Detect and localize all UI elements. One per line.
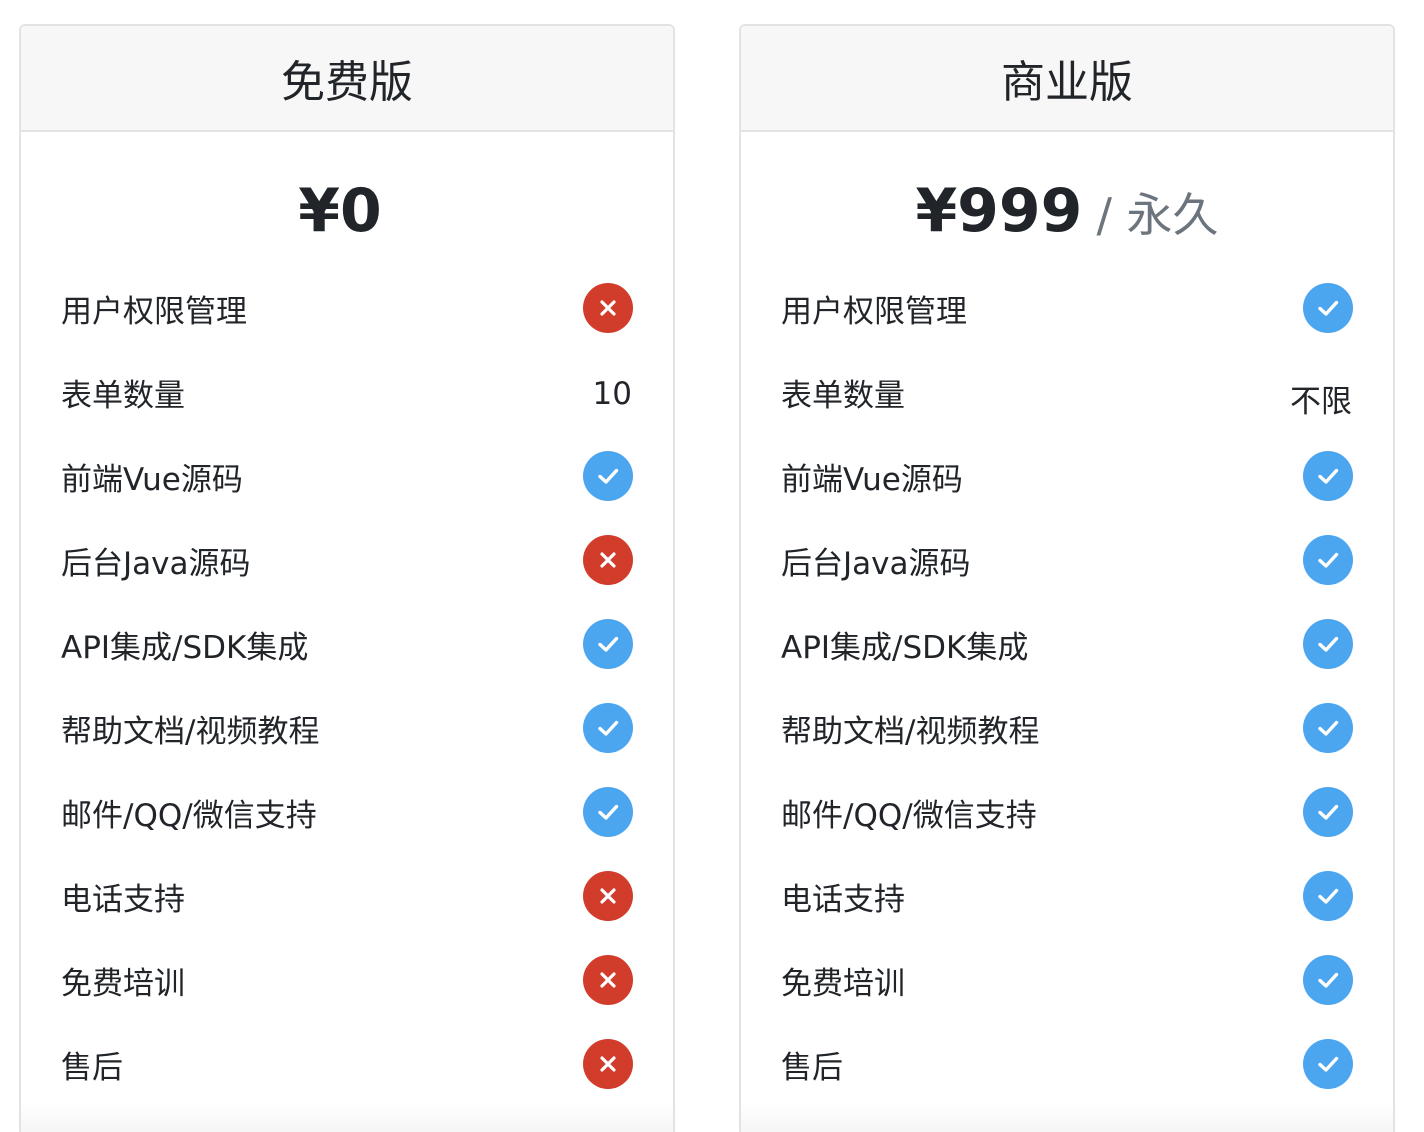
check-icon (583, 703, 633, 753)
feature-label: 帮助文档/视频教程 (781, 714, 1040, 750)
feature-row: 售后 (741, 1022, 1393, 1106)
price-amount: ¥0 (298, 176, 382, 246)
check-icon (1303, 535, 1353, 585)
feature-label: 售后 (61, 1050, 123, 1086)
plan-title: 商业版 (741, 26, 1393, 132)
feature-row: 电话支持 (21, 854, 673, 938)
feature-label: 电话支持 (781, 882, 905, 918)
check-icon (1303, 703, 1353, 753)
cross-icon (583, 871, 633, 921)
plan-price: ¥0 (21, 176, 673, 266)
feature-row: 帮助文档/视频教程 (741, 686, 1393, 770)
plan-card-free: 免费版 ¥0 用户权限管理 表单数量 10 前端Vue源码 后台Java源码 API集成/… (19, 24, 675, 1132)
feature-label: 后台Java源码 (61, 546, 251, 582)
feature-row: 电话支持 (741, 854, 1393, 938)
check-icon (583, 787, 633, 837)
feature-label: 前端Vue源码 (61, 462, 243, 498)
plan-card-business: 商业版 ¥999 / 永久 用户权限管理 表单数量 不限前端Vue源码 后台Java源… (739, 24, 1395, 1132)
feature-label: 用户权限管理 (781, 294, 967, 330)
feature-label: 表单数量 (781, 378, 905, 414)
check-icon (1303, 451, 1353, 501)
cross-icon (583, 535, 633, 585)
feature-row: 后台Java源码 (741, 518, 1393, 602)
feature-row: 前端Vue源码 (21, 434, 673, 518)
feature-row: 用户权限管理 (741, 266, 1393, 350)
pricing-page: 免费版 ¥0 用户权限管理 表单数量 10 前端Vue源码 后台Java源码 API集成/… (0, 0, 1424, 1132)
check-icon (1303, 1039, 1353, 1089)
feature-row: 售后 (21, 1022, 673, 1106)
feature-label: 用户权限管理 (61, 294, 247, 330)
feature-label: 免费培训 (61, 966, 185, 1002)
feature-row: 免费培训 (741, 938, 1393, 1022)
check-icon (1303, 619, 1353, 669)
feature-label: 电话支持 (61, 882, 185, 918)
feature-row: 表单数量 不限 (741, 350, 1393, 434)
feature-label: 邮件/QQ/微信支持 (781, 798, 1037, 834)
cross-icon (583, 1039, 633, 1089)
check-icon (1303, 787, 1353, 837)
feature-row: API集成/SDK集成 (741, 602, 1393, 686)
check-icon (1303, 871, 1353, 921)
price-period: / 永久 (1096, 188, 1219, 242)
feature-row: 邮件/QQ/微信支持 (741, 770, 1393, 854)
feature-label: 前端Vue源码 (781, 462, 963, 498)
check-icon (1303, 955, 1353, 1005)
feature-label: 邮件/QQ/微信支持 (61, 798, 317, 834)
feature-row: 后台Java源码 (21, 518, 673, 602)
feature-label: 后台Java源码 (781, 546, 971, 582)
feature-label: 表单数量 (61, 378, 185, 414)
cross-icon (583, 955, 633, 1005)
cross-icon (583, 283, 633, 333)
plan-price: ¥999 / 永久 (741, 176, 1393, 266)
feature-label: API集成/SDK集成 (781, 630, 1029, 666)
feature-row: 前端Vue源码 (741, 434, 1393, 518)
feature-value: 不限 (1290, 384, 1352, 420)
check-icon (583, 451, 633, 501)
price-amount: ¥999 (915, 176, 1083, 246)
check-icon (583, 619, 633, 669)
feature-label: 售后 (781, 1050, 843, 1086)
scroll-fade (741, 1102, 1393, 1132)
plan-title: 免费版 (21, 26, 673, 132)
feature-label: 免费培训 (781, 966, 905, 1002)
feature-row: 表单数量 10 (21, 350, 673, 434)
feature-list: 用户权限管理 表单数量 不限前端Vue源码 后台Java源码 API集成/SDK集成 帮助… (741, 266, 1393, 1106)
feature-row: API集成/SDK集成 (21, 602, 673, 686)
feature-row: 免费培训 (21, 938, 673, 1022)
feature-value: 10 (592, 376, 632, 412)
feature-label: 帮助文档/视频教程 (61, 714, 320, 750)
feature-row: 邮件/QQ/微信支持 (21, 770, 673, 854)
check-icon (1303, 283, 1353, 333)
feature-row: 帮助文档/视频教程 (21, 686, 673, 770)
feature-label: API集成/SDK集成 (61, 630, 309, 666)
feature-list: 用户权限管理 表单数量 10 前端Vue源码 后台Java源码 API集成/SDK集成 帮助… (21, 266, 673, 1106)
scroll-fade (21, 1102, 673, 1132)
feature-row: 用户权限管理 (21, 266, 673, 350)
